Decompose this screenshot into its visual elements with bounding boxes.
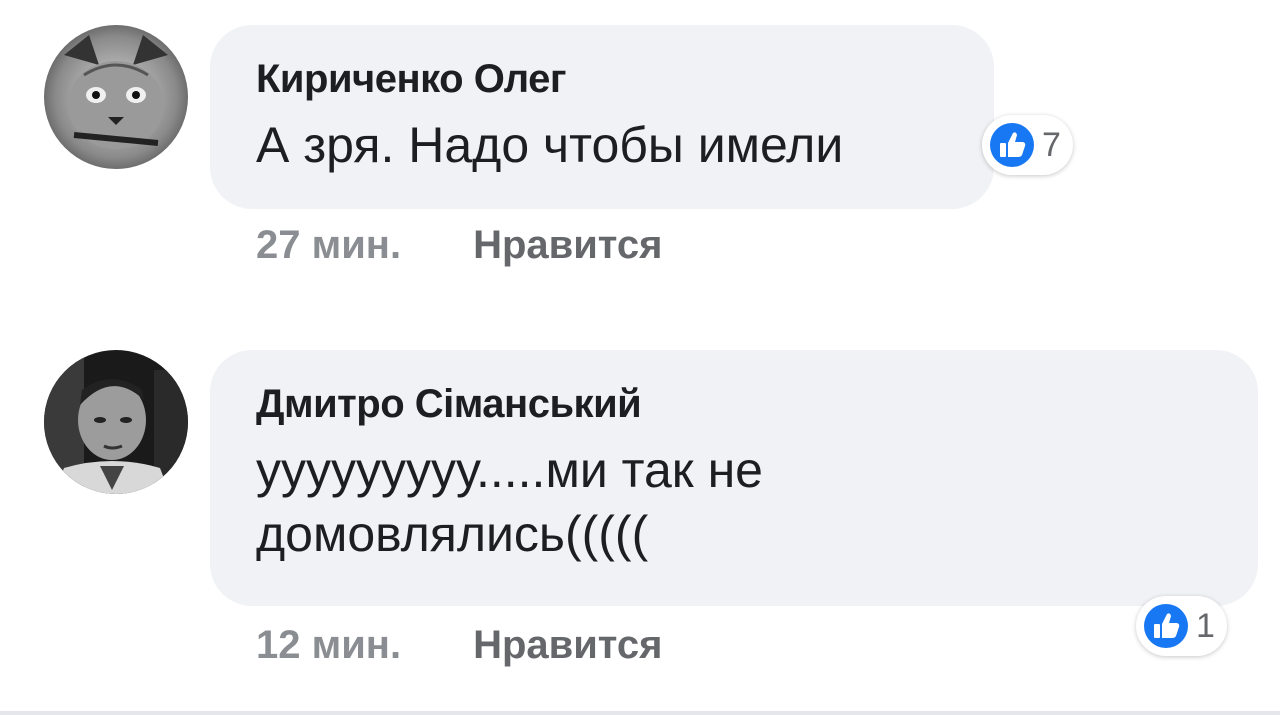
comment-bubble: Кириченко Олег А зря. Надо чтобы имели: [210, 25, 994, 209]
cat-avatar-image: [44, 25, 188, 169]
like-button[interactable]: Нравится: [473, 620, 662, 670]
comment-text-line: ууууууууу.....ми так не: [256, 442, 763, 498]
comment-text: А зря. Надо чтобы имели: [256, 117, 844, 173]
thumbs-up-icon: [990, 123, 1034, 167]
comments-page: Кириченко Олег А зря. Надо чтобы имели 7…: [0, 0, 1280, 715]
comment-meta: 27 мин. Нравится: [256, 220, 662, 270]
like-button[interactable]: Нравится: [473, 220, 662, 270]
divider: [0, 711, 1280, 715]
reaction-count-badge[interactable]: 7: [982, 115, 1073, 175]
comment-text-line: домовлялись(((((: [256, 506, 649, 562]
avatar[interactable]: [44, 25, 188, 169]
comment-time[interactable]: 12 мин.: [256, 620, 401, 670]
person-avatar-image: [44, 350, 188, 494]
comment-text: ууууууууу.....ми так не домовлялись(((((: [256, 438, 1212, 566]
comment-bubble: Дмитро Сіманський ууууууууу.....ми так н…: [210, 350, 1258, 606]
reaction-count: 1: [1196, 606, 1215, 645]
comment-author[interactable]: Дмитро Сіманський: [256, 378, 1212, 430]
reaction-count: 7: [1042, 125, 1061, 164]
reaction-count-badge[interactable]: 1: [1136, 596, 1227, 656]
comment-meta: 12 мин. Нравится: [256, 620, 662, 670]
comment-author[interactable]: Кириченко Олег: [256, 53, 948, 105]
avatar[interactable]: [44, 350, 188, 494]
comment-time[interactable]: 27 мин.: [256, 220, 401, 270]
thumbs-up-icon: [1144, 604, 1188, 648]
